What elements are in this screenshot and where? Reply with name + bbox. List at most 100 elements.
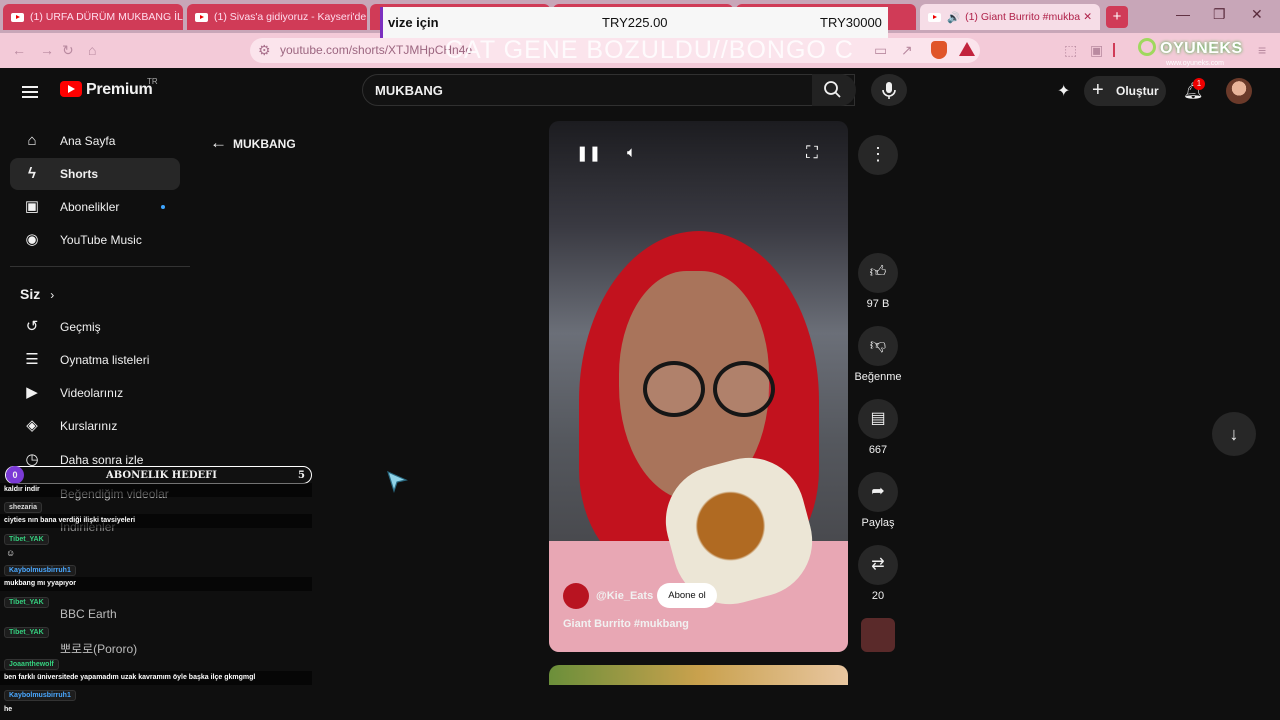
sidebar-item-playlists[interactable]: ☰ Oynatma listeleri (10, 344, 180, 376)
sidebar-item-shorts[interactable]: ϟ Shorts (10, 158, 180, 190)
next-short-preview[interactable] (549, 665, 848, 685)
more-options-icon[interactable]: ⋮ (858, 135, 898, 175)
sidebar-item-label: Kurslarınız (60, 419, 118, 433)
sidebar-you-header[interactable]: Siz › (20, 286, 54, 302)
sound-thumbnail[interactable] (861, 618, 895, 652)
comment-count: 667 (868, 444, 888, 456)
fullscreen-icon[interactable]: ⛶ (806, 143, 818, 163)
comments-button[interactable]: ▤ (858, 399, 898, 439)
chat-message: ben farklı üniversitede yapamadım uzak k… (4, 674, 256, 681)
remix-button[interactable]: ⇄ (858, 545, 898, 585)
home-nav-icon[interactable]: ⌂ (88, 42, 96, 58)
oyuneks-logo: OYUNEKS www.oyuneks.com (1138, 36, 1248, 70)
search-button[interactable] (812, 74, 856, 106)
sidebar-item-youtube-music[interactable]: ◉ YouTube Music (10, 224, 180, 256)
chat-message: he (4, 706, 13, 713)
dislike-button[interactable]: 👎︎ (858, 326, 898, 366)
youtube-logo-icon[interactable] (60, 81, 82, 97)
browser-tab[interactable]: (1) URFA DÜRÜM MUKBANG İL (3, 4, 183, 30)
reload-icon[interactable]: ↻ (62, 42, 74, 59)
pause-icon[interactable]: ❚❚ (576, 144, 601, 162)
forward-nav-icon[interactable]: → (40, 42, 54, 58)
video-frame-glasses (713, 361, 775, 417)
plus-icon: + (1092, 79, 1104, 101)
dislike-label: Beğenme (854, 371, 902, 383)
menu-icon[interactable]: ≡ (1258, 42, 1266, 58)
close-window-icon[interactable]: ✕ (1251, 6, 1263, 23)
donation-bar: vize için TRY225.00 TRY30000 (380, 7, 888, 38)
shorts-video-player[interactable] (549, 121, 848, 652)
share-button[interactable]: ➦ (858, 472, 898, 512)
create-button[interactable]: + Oluştur (1084, 76, 1166, 106)
goal-current: 0 (6, 466, 24, 484)
microphone-icon (882, 82, 896, 99)
search-input[interactable]: MUKBANG ✕ (362, 74, 855, 106)
chat-message: ciyties nın bana verdiği ilişki tavsiyel… (4, 517, 136, 524)
video-title[interactable]: Giant Burrito #mukbang (563, 618, 689, 630)
youtube-icon (928, 12, 941, 22)
sidebar-item-label: YouTube Music (60, 233, 142, 247)
playlist-icon: ☰ (25, 351, 39, 368)
sidebar-item-courses[interactable]: ◈ Kurslarınız (10, 410, 180, 442)
like-button[interactable]: 👍︎ (858, 253, 898, 293)
remix-count: 20 (871, 590, 885, 602)
arrow-down-icon: ↓ (1229, 424, 1239, 444)
account-avatar[interactable] (1226, 78, 1252, 104)
back-nav-icon[interactable]: ← (12, 42, 26, 58)
restore-icon[interactable]: ❐ (1213, 6, 1226, 23)
browser-tab[interactable]: (1) Sivas'a gidiyoruz - Kayseri'de (187, 4, 367, 30)
minimize-icon[interactable]: — (1176, 6, 1190, 22)
new-tab-button[interactable]: + (1106, 6, 1128, 28)
youtube-premium-wordmark[interactable]: Premium (86, 81, 153, 99)
sidebar-item-history[interactable]: ↺ Geçmiş (10, 311, 180, 343)
create-label: Oluştur (1116, 84, 1159, 98)
thumbs-up-icon: 👍︎ (869, 264, 887, 281)
speaker-icon: 🔊 (947, 11, 961, 24)
back-to-search-link[interactable]: ← MUKBANG (210, 133, 296, 153)
chat-username: shezaria (4, 502, 43, 513)
channel-name[interactable]: @Kie_Eats (596, 590, 653, 602)
brave-shield-icon[interactable] (931, 41, 947, 59)
sidebar-item-label: Shorts (60, 167, 99, 181)
wallet-icon[interactable]: ▣ (1090, 42, 1103, 59)
home-icon: ⌂ (27, 132, 37, 149)
videos-icon: ▶ (26, 384, 38, 401)
sidebar-item-label: Videolarınız (60, 386, 124, 400)
subscription-pororo[interactable]: 뽀로로(Pororo) (60, 640, 137, 657)
sidebar-item-your-videos[interactable]: ▶ Videolarınız (10, 377, 180, 409)
guide-menu-icon[interactable] (22, 83, 38, 101)
cast-icon[interactable]: ▭ (874, 42, 887, 59)
chat-username: Joaanthewolf (4, 659, 59, 670)
next-video-button[interactable]: ↓ (1212, 412, 1256, 456)
new-content-dot (161, 205, 165, 209)
sidebar-divider (10, 266, 190, 267)
video-frame-glasses (643, 361, 705, 417)
subscription-bbc-earth[interactable]: BBC Earth (60, 607, 117, 621)
share-icon: ➦ (871, 483, 885, 500)
tab-label: (1) Sivas'a gidiyoruz - Kayseri'de (214, 11, 367, 23)
chat-username: Tibet_YAK (4, 597, 49, 608)
like-count: 97 B (866, 298, 890, 310)
notification-badge: 1 (1193, 78, 1205, 90)
shorts-icon: ϟ (28, 165, 36, 182)
chat-username: Tibet_YAK (4, 627, 49, 638)
rewards-icon[interactable] (959, 42, 975, 56)
subscribe-button[interactable]: Abone ol (657, 583, 717, 608)
extension-icon[interactable]: ⬚ (1064, 42, 1077, 59)
channel-avatar[interactable] (563, 583, 589, 609)
sidebar-item-home[interactable]: ⌂ Ana Sayfa (10, 125, 180, 157)
site-info-icon[interactable]: ⚙ (258, 42, 271, 59)
voice-search-button[interactable] (871, 74, 907, 106)
chat-username: Kaybolmusbirruh1 (4, 565, 76, 576)
courses-icon: ◈ (26, 417, 38, 434)
browser-tab-active[interactable]: 🔊 (1) Giant Burrito #mukba ✕ (920, 4, 1100, 30)
share-page-icon[interactable]: ↗ (901, 42, 913, 59)
oyuneks-mark-icon (1138, 38, 1156, 56)
volume-icon[interactable]: 🔈︎ (627, 144, 636, 161)
chat-row (0, 483, 312, 497)
sidebar-item-subscriptions[interactable]: ▣ Abonelikler (10, 191, 180, 223)
music-icon: ◉ (25, 231, 39, 248)
ai-sparkle-icon[interactable]: ✦ (1057, 81, 1070, 101)
close-tab-icon[interactable]: ✕ (1083, 11, 1092, 23)
share-label: Paylaş (861, 517, 895, 529)
